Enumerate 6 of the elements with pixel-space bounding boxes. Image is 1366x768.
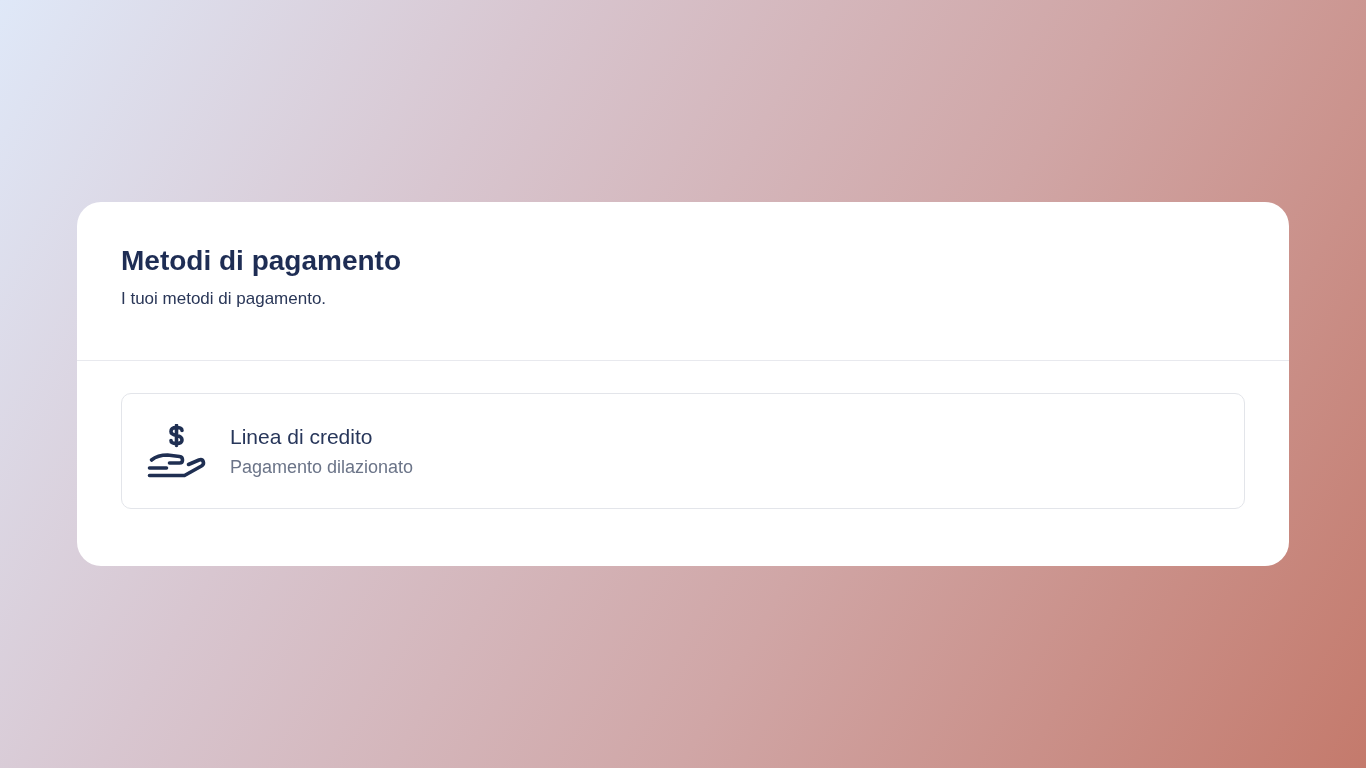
card-subtitle: I tuoi metodi di pagamento. [121, 288, 328, 310]
payment-method-item[interactable]: Linea di credito Pagamento dilazionato [121, 393, 1245, 509]
payment-method-description: Pagamento dilazionato [230, 456, 414, 478]
hand-dollar-icon [146, 424, 207, 478]
card-title: Metodi di pagamento [121, 244, 402, 278]
payment-method-name: Linea di credito [230, 424, 374, 450]
